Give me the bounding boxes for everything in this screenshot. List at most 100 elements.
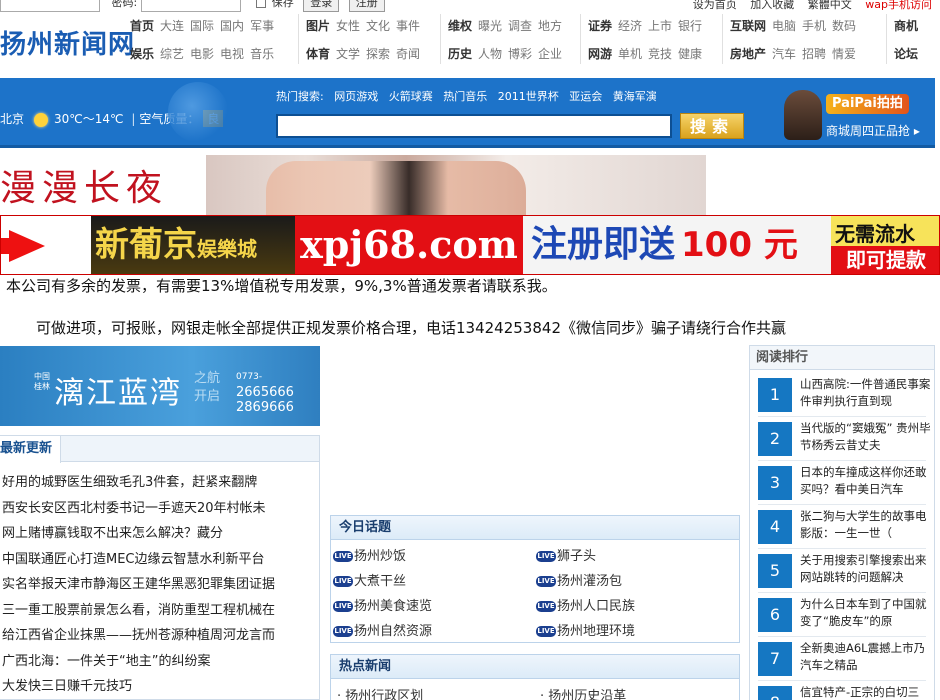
rank-item[interactable]: 4 张二狗与大学生的故事电影版：一生一世（ <box>758 508 930 548</box>
nav-sub-link[interactable]: 文学 <box>336 47 360 61</box>
ad-slogan: 之航 开启 <box>194 371 221 404</box>
site-logo[interactable]: 扬州新闻网 <box>0 24 135 61</box>
nav-sub-link[interactable]: 文化 <box>366 19 390 33</box>
nav-sub-link[interactable]: 调查 <box>508 19 532 33</box>
latest-item[interactable]: 中国联通匠心打造MEC边缘云智慧水利新平台 <box>2 547 319 573</box>
nav-sub-link[interactable]: 综艺 <box>160 47 184 61</box>
nav-sub-link[interactable]: 大连 <box>160 19 184 33</box>
rank-item[interactable]: 1 山西高院:一件普通民事案件审判执行直到现 <box>758 376 930 416</box>
nav-sub-link[interactable]: 博彩 <box>508 47 532 61</box>
nav-sub-link[interactable]: 事件 <box>396 19 420 33</box>
nav-sub-link[interactable]: 情爱 <box>832 47 856 61</box>
hot-news-item[interactable]: · 扬州行政区划 <box>337 685 540 700</box>
hot-term[interactable]: 网页游戏 <box>334 90 378 103</box>
nav-sub-link[interactable]: 音乐 <box>250 47 274 61</box>
nav-sub-link[interactable]: 电视 <box>220 47 244 61</box>
nav-main-link[interactable]: 论坛 <box>894 47 918 61</box>
nav-sub-link[interactable]: 单机 <box>618 47 642 61</box>
topic-item[interactable]: LIVE 扬州炒饭 <box>333 544 536 569</box>
nav-sub-link[interactable]: 电脑 <box>772 19 796 33</box>
rank-title-text: 全新奥迪A6L震撼上市乃汽车之精品 <box>800 641 926 672</box>
latest-item[interactable]: 网上赌博赢钱取不出来怎么解决？藏分 <box>2 521 319 547</box>
nav-sub-link[interactable]: 竞技 <box>648 47 672 61</box>
nav-sub-link[interactable]: 数码 <box>832 19 856 33</box>
nav-main-link[interactable]: 证券 <box>588 19 612 33</box>
nav-sub-link[interactable]: 国际 <box>190 19 214 33</box>
topic-item[interactable]: LIVE 狮子头 <box>536 544 739 569</box>
nav-main-link[interactable]: 娱乐 <box>130 47 154 61</box>
nav-main-link[interactable]: 网游 <box>588 47 612 61</box>
nav-sub-link[interactable]: 健康 <box>678 47 702 61</box>
latest-item[interactable]: 大发快三日赚千元技巧 <box>2 674 319 700</box>
topic-item[interactable]: LIVE 扬州地理环境 <box>536 619 739 644</box>
topic-item[interactable]: LIVE 扬州自然资源 <box>333 619 536 644</box>
rank-item[interactable]: 7 全新奥迪A6L震撼上市乃汽车之精品 <box>758 640 930 680</box>
rank-number: 6 <box>758 598 792 632</box>
nav-main-link[interactable]: 首页 <box>130 19 154 33</box>
paipai-ad[interactable]: PaiPai拍拍 商城周四正品抢 ▸ <box>784 88 929 142</box>
rank-divider <box>758 680 926 681</box>
hot-term[interactable]: 亚运会 <box>569 90 602 103</box>
latest-item[interactable]: 广西北海：一件关于“地主”的纠纷案 <box>2 649 319 675</box>
register-button[interactable]: 注册 <box>348 0 385 12</box>
lijiang-ad[interactable]: 中国 桂林 漓江蓝湾 之航 开启 0773- 2665666 2869666 <box>0 346 320 426</box>
rank-item[interactable]: 8 信宜特产-正宗的白切三 <box>758 684 930 700</box>
nav-sub-link[interactable]: 电影 <box>190 47 214 61</box>
rank-number: 1 <box>758 378 792 412</box>
nav-main-link[interactable]: 历史 <box>448 47 472 61</box>
remember-checkbox[interactable] <box>256 0 267 8</box>
tab-latest[interactable]: 最新更新 <box>0 436 62 463</box>
login-button[interactable]: 登录 <box>303 0 340 12</box>
rank-item[interactable]: 5 关于用搜索引擎搜索出来网站跳转的问题解决 <box>758 552 930 592</box>
topic-item[interactable]: LIVE 扬州人口民族 <box>536 594 739 619</box>
nav-main-link[interactable]: 维权 <box>448 19 472 33</box>
nav-sub-link[interactable]: 曝光 <box>478 19 502 33</box>
search-input[interactable] <box>276 114 672 138</box>
nav-sub-link[interactable]: 上市 <box>648 19 672 33</box>
topic-item[interactable]: LIVE 大煮干丝 <box>333 569 536 594</box>
username-input[interactable] <box>0 0 100 12</box>
rank-item[interactable]: 3 日本的车撞成这样你还敢买吗？看中美日汽车 <box>758 464 930 504</box>
hot-term[interactable]: 2011世界杯 <box>498 90 559 103</box>
search-button[interactable]: 搜索 <box>680 113 744 139</box>
nav-sub-link[interactable]: 探索 <box>366 47 390 61</box>
nav-sub-link[interactable]: 银行 <box>678 19 702 33</box>
nav-sub-link[interactable]: 军事 <box>250 19 274 33</box>
rank-item[interactable]: 6 为什么日本车到了中国就变了“脆皮车”的原 <box>758 596 930 636</box>
nav-main-link[interactable]: 房地产 <box>730 47 766 61</box>
banner-ad-night[interactable]: 漫漫长夜 <box>0 155 706 215</box>
latest-item[interactable]: 实名举报天津市静海区王建华黑恶犯罪集团证据 <box>2 572 319 598</box>
hot-term[interactable]: 黄海军演 <box>613 90 657 103</box>
nav-sub-link[interactable]: 经济 <box>618 19 642 33</box>
set-homepage-link[interactable]: 设为首页 <box>693 0 737 11</box>
rank-item[interactable]: 2 当代版的“窦娥冤” 贵州毕节杨秀云昔丈夫 <box>758 420 931 460</box>
banner-ad-casino[interactable]: 新葡京娱樂城 xpj68.com 注册即送 100 元 无需流水 即可提款 <box>0 215 940 275</box>
nav-sub-link[interactable]: 人物 <box>478 47 502 61</box>
hot-term[interactable]: 热门音乐 <box>443 90 487 103</box>
nav-sub-link[interactable]: 地方 <box>538 19 562 33</box>
nav-sub-link[interactable]: 企业 <box>538 47 562 61</box>
nav-sub-link[interactable]: 招聘 <box>802 47 826 61</box>
nav-main-link[interactable]: 互联网 <box>730 19 766 33</box>
nav-divider <box>440 14 441 64</box>
nav-sub-link[interactable]: 汽车 <box>772 47 796 61</box>
hot-news-item[interactable]: · 扬州历史沿革 <box>540 685 743 700</box>
nav-main-link[interactable]: 商机 <box>894 19 918 33</box>
topic-item[interactable]: LIVE 扬州灌汤包 <box>536 569 739 594</box>
nav-sub-link[interactable]: 女性 <box>336 19 360 33</box>
nav-sub-link[interactable]: 奇闻 <box>396 47 420 61</box>
latest-item[interactable]: 三一重工股票前景怎么看，消防重型工程机械在 <box>2 598 319 624</box>
latest-item[interactable]: 西安长安区西北村委书记一手遮天20年村帐未 <box>2 496 319 522</box>
topic-item[interactable]: LIVE 扬州美食速览 <box>333 594 536 619</box>
wap-link[interactable]: wap手机访问 <box>865 0 932 11</box>
latest-item[interactable]: 好用的城野医生细致毛孔3件套，赶紧来翻牌 <box>2 470 319 496</box>
nav-main-link[interactable]: 体育 <box>306 47 330 61</box>
nav-main-link[interactable]: 图片 <box>306 19 330 33</box>
add-favorite-link[interactable]: 加入收藏 <box>750 0 794 11</box>
nav-sub-link[interactable]: 国内 <box>220 19 244 33</box>
hot-term[interactable]: 火箭球赛 <box>389 90 433 103</box>
password-input[interactable] <box>140 0 241 12</box>
nav-sub-link[interactable]: 手机 <box>802 19 826 33</box>
traditional-chinese-link[interactable]: 繁體中文 <box>808 0 852 11</box>
latest-item[interactable]: 给江西省企业抹黑——抚州苍源种植周河龙言而 <box>2 623 319 649</box>
